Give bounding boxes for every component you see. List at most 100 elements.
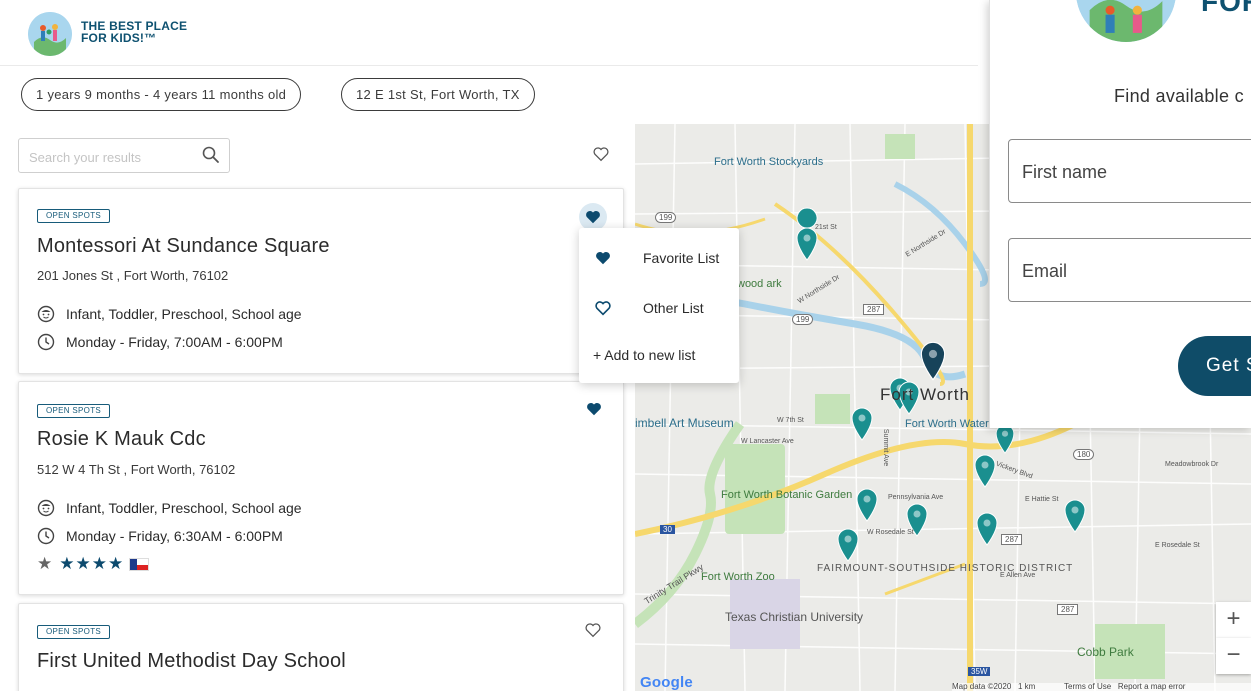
route-180-shield: 180 (1073, 449, 1095, 460)
search-box (18, 138, 230, 173)
map-pin-icon[interactable] (973, 454, 997, 488)
map-pin-icon[interactable] (836, 528, 860, 562)
map-label-kimbell: imbell Art Museum (635, 416, 734, 430)
signup-brand-text: FOR (1201, 0, 1251, 17)
map-pin-icon[interactable] (1063, 499, 1087, 533)
clock-icon (37, 333, 55, 351)
result-hours: Monday - Friday, 6:30AM - 6:00PM (66, 528, 283, 544)
map-label-21st: 21st St (815, 224, 837, 231)
map-label-7th: W 7th St (777, 417, 804, 424)
result-title[interactable]: First United Methodist Day School (37, 650, 346, 673)
other-list-option[interactable]: Other List (593, 299, 704, 317)
brand-logo-icon (1076, 0, 1176, 42)
map-pin-icon[interactable] (975, 512, 999, 546)
get-started-button[interactable]: Get S (1178, 336, 1251, 396)
map-label-hattie: E Hattie St (1025, 496, 1059, 503)
result-ages-row: Infant, Toddler, Preschool, School age (37, 499, 302, 517)
map-label-summit: Summit Ave (882, 428, 890, 467)
result-ages: Infant, Toddler, Preschool, School age (66, 500, 302, 516)
rating-row: ★ ★★★★ (37, 554, 150, 574)
map-label-rosedale: W Rosedale St (867, 529, 914, 536)
result-title[interactable]: Rosie K Mauk Cdc (37, 428, 206, 451)
map-label-cobb-park: Cobb Park (1077, 645, 1134, 659)
first-name-field (1008, 139, 1251, 203)
location-filter-pill[interactable]: 12 E 1st St, Fort Worth, TX (341, 78, 535, 111)
search-icon[interactable] (201, 145, 221, 165)
map-label-tcu: Texas Christian University (725, 610, 863, 624)
map-label-meadowbrook: Meadowbrook Dr (1165, 461, 1219, 468)
map-pin-icon[interactable] (855, 488, 879, 522)
map-label-zoo: Fort Worth Zoo (701, 571, 775, 583)
open-spots-badge: OPEN SPOTS (37, 209, 111, 223)
map-label-fairmount: FAIRMOUNT-SOUTHSIDE HISTORIC DISTRICT (817, 563, 1074, 574)
result-address: 201 Jones St , Fort Worth, 76102 (37, 268, 229, 283)
result-title[interactable]: Montessori At Sundance Square (37, 235, 330, 258)
favorite-button[interactable] (579, 203, 607, 231)
zoom-in-button[interactable]: + (1216, 602, 1251, 638)
route-287-shield: 287 (1057, 604, 1079, 615)
age-filter-pill[interactable]: 1 years 9 months - 4 years 11 months old (21, 78, 302, 111)
site-header: THE BEST PLACE FOR KIDS!™ (0, 0, 978, 66)
brand-logo-icon[interactable] (28, 12, 72, 56)
interstate-30-shield: 30 (660, 525, 675, 534)
result-hours-row: Monday - Friday, 7:00AM - 6:00PM (37, 333, 283, 351)
map-label-city: Fort Worth (880, 385, 970, 404)
email-field (1008, 238, 1251, 302)
map-label-botanic: Fort Worth Botanic Garden (721, 489, 853, 501)
add-new-list-label: + Add to new list (593, 347, 696, 363)
map-report-link[interactable]: Report a map error (1118, 682, 1186, 691)
result-ages: Infant, Toddler, Preschool, School age (66, 306, 302, 322)
favorites-heart-icon[interactable] (592, 145, 610, 163)
result-card[interactable]: OPEN SPOTS Rosie K Mauk Cdc 512 W 4 Th S… (18, 381, 624, 595)
first-name-input[interactable] (1022, 160, 1251, 184)
map-label-stockyards: Fort Worth Stockyards (714, 156, 824, 168)
texas-flag-icon (129, 557, 150, 571)
map-label-water-garden: Fort Worth Water Garden (905, 418, 1029, 430)
add-new-list-option[interactable]: + Add to new list (593, 347, 695, 363)
route-287-shield: 287 (863, 304, 885, 315)
result-hours-row: Monday - Friday, 6:30AM - 6:00PM (37, 527, 283, 545)
result-card[interactable]: OPEN SPOTS First United Methodist Day Sc… (18, 603, 624, 691)
map-scale: 1 km (1017, 682, 1036, 691)
google-logo[interactable]: Google (640, 674, 693, 691)
brand-name[interactable]: THE BEST PLACE FOR KIDS!™ (81, 20, 187, 44)
result-address: 512 W 4 Th St , Fort Worth, 76102 (37, 462, 236, 477)
signup-subtitle: Find available c (1114, 86, 1244, 106)
signup-panel: FOR Find available c Get S (989, 0, 1251, 428)
favorites-dropdown: Favorite List Other List + Add to new li… (579, 228, 739, 383)
interstate-35w-shield: 35W (968, 667, 991, 676)
favorites-list-option[interactable]: Favorite List (593, 249, 719, 267)
result-card[interactable]: OPEN SPOTS Montessori At Sundance Square… (18, 188, 624, 374)
route-199-shield: 199 (792, 314, 814, 325)
map-label-e-rosedale: E Rosedale St (1155, 542, 1200, 549)
search-input[interactable] (29, 147, 189, 167)
heart-filled-icon (596, 251, 610, 265)
star-icon: ★ (37, 554, 54, 573)
map-label-wood: wood ark (737, 278, 782, 290)
open-spots-badge: OPEN SPOTS (37, 625, 111, 639)
result-hours: Monday - Friday, 7:00AM - 6:00PM (66, 334, 283, 350)
map-pin-icon[interactable] (795, 227, 819, 261)
texas-rising-star-rating: ★★★★ (59, 554, 125, 573)
map-pin-icon[interactable] (850, 407, 874, 441)
map-footer: Map data ©2020 1 km Terms of Use Report … (952, 683, 1251, 691)
map-data-attribution: Map data ©2020 (952, 682, 1012, 691)
heart-outline-icon[interactable] (584, 621, 602, 639)
heart-filled-icon[interactable] (585, 400, 603, 418)
child-face-icon (37, 499, 55, 517)
favorites-list-label: Favorite List (643, 250, 720, 266)
other-list-label: Other List (643, 300, 704, 316)
child-face-icon (37, 305, 55, 323)
open-spots-badge: OPEN SPOTS (37, 404, 111, 418)
map-label-allen: E Allen Ave (1000, 572, 1036, 579)
map-label-pennsylvania: Pennsylvania Ave (888, 494, 944, 501)
heart-filled-icon[interactable] (584, 208, 602, 226)
route-199-shield: 199 (655, 212, 677, 223)
result-ages-row: Infant, Toddler, Preschool, School age (37, 305, 302, 323)
selected-map-pin-icon[interactable] (919, 341, 947, 381)
map-terms-link[interactable]: Terms of Use (1064, 682, 1111, 691)
email-input[interactable] (1022, 259, 1251, 283)
zoom-out-button[interactable]: − (1216, 638, 1251, 674)
map-label-lancaster: W Lancaster Ave (741, 438, 794, 445)
clock-icon (37, 527, 55, 545)
